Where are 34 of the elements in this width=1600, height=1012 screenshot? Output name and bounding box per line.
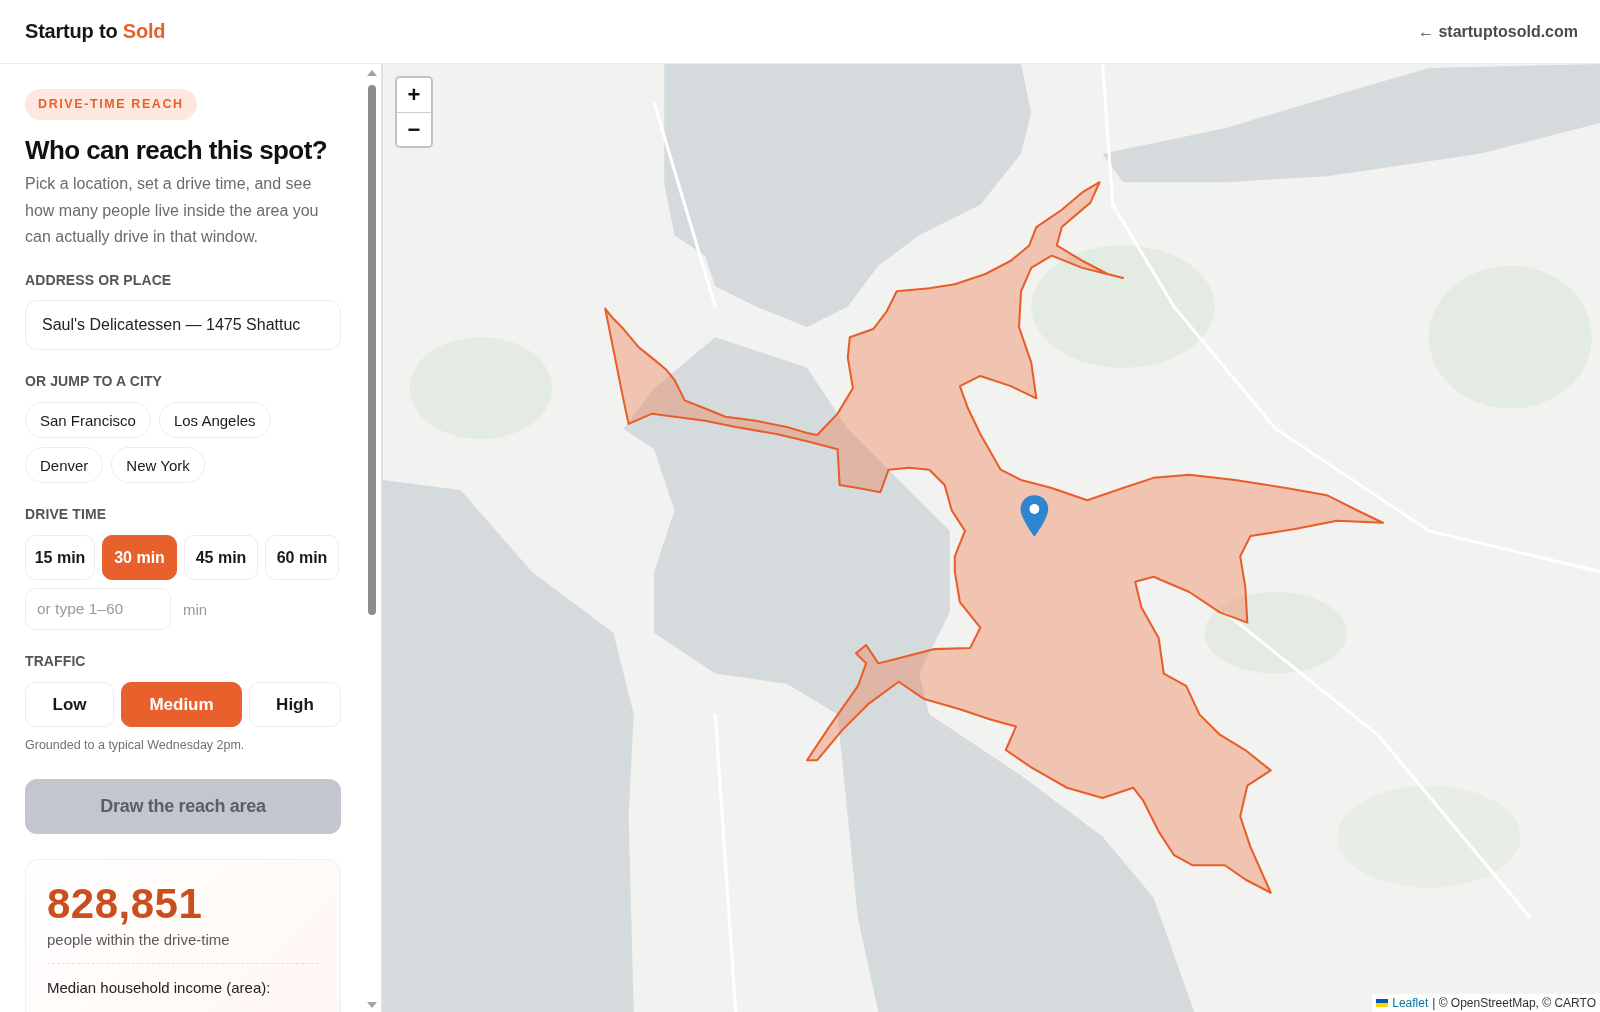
scroll-down-icon[interactable] [367, 1002, 377, 1008]
scroll-up-icon[interactable] [367, 70, 377, 76]
population-count: 828,851 [47, 882, 204, 927]
zoom-in-button[interactable]: + [397, 78, 431, 112]
city-chip[interactable]: San Francisco [25, 402, 151, 439]
zoom-out-button[interactable]: − [397, 112, 431, 146]
traffic-option[interactable]: High [249, 682, 341, 728]
city-chip[interactable]: Los Angeles [158, 402, 271, 439]
address-field[interactable]: Saul's Delicatessen — 1475 Shattuc [25, 300, 341, 351]
city-chip[interactable]: Denver [25, 447, 104, 484]
population-caption: people within the drive-time [47, 930, 231, 951]
income-label: Median household income (area): [47, 978, 272, 999]
field-label: OR JUMP TO A CITY [25, 372, 164, 391]
map-pin-icon[interactable] [1020, 495, 1049, 537]
section-badge: DRIVE-TIME REACH [25, 89, 197, 120]
field-label: ADDRESS OR PLACE [25, 271, 173, 290]
traffic-note: Grounded to a typical Wednesday 2pm. [25, 737, 246, 754]
minutes-field[interactable]: or type 1–60 [25, 588, 171, 631]
traffic-option[interactable]: Low [25, 682, 114, 728]
city-chip[interactable]: New York [111, 447, 205, 484]
drive-time-option[interactable]: 45 min [184, 535, 258, 581]
intro-text: Pick a location, set a drive time, and see how many people live inside the area you can actually drive in that window. [25, 174, 320, 248]
scrollbar-thumb[interactable] [368, 85, 376, 615]
drive-time-option[interactable]: 15 min [25, 535, 95, 581]
field-label: DRIVE TIME [25, 505, 108, 524]
flag-icon [1376, 999, 1389, 1007]
page-title: Who can reach this spot? [25, 134, 328, 167]
attribution-text: | © OpenStreetMap, © CARTO [1432, 995, 1596, 1011]
field-label: TRAFFIC [25, 652, 87, 671]
brand-logo[interactable]: Startup to Sold [25, 20, 166, 43]
leaflet-link[interactable]: Leaflet [1392, 995, 1429, 1011]
unit-label: min [183, 600, 208, 618]
drive-time-option[interactable]: 60 min [265, 535, 339, 581]
site-link[interactable]: ← startuptosold.com [1418, 22, 1578, 41]
